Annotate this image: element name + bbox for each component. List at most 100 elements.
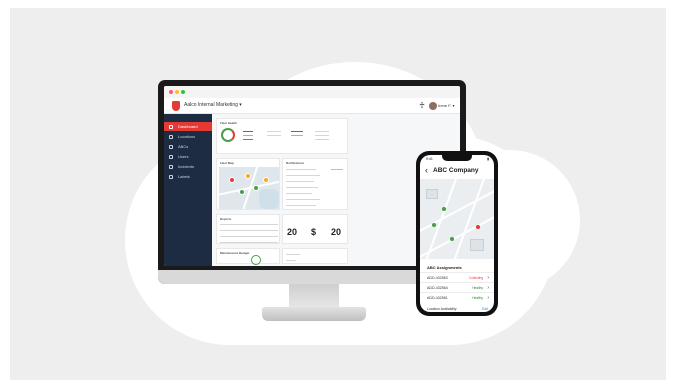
map-pin-icon[interactable] xyxy=(263,177,269,183)
sidebar: Dashboard Locations ABCs Users Incidents… xyxy=(164,114,212,266)
sidebar-item-label: Incidents xyxy=(178,164,195,169)
fleet-map-card: Fleet Map xyxy=(216,158,280,210)
stat-line xyxy=(243,139,253,140)
edit-link[interactable]: Edit xyxy=(482,307,488,311)
stat-line xyxy=(291,135,303,136)
notification-line xyxy=(286,187,318,188)
stat-line xyxy=(243,131,253,132)
notification-line xyxy=(286,169,316,170)
battery-icon: ▮ xyxy=(487,157,489,161)
phone-header: ‹ ABC Company xyxy=(420,163,494,179)
app-logo-icon xyxy=(172,101,180,111)
reports-card: Reports xyxy=(216,214,280,244)
map-pin-icon[interactable] xyxy=(432,223,436,227)
status-badge: Healthy xyxy=(472,296,483,300)
sidebar-item-label: Labels xyxy=(178,174,190,179)
table-row xyxy=(220,224,278,225)
summary-line xyxy=(286,254,300,255)
footer-label: Location Availability xyxy=(427,307,457,311)
card-title: Fleet Health xyxy=(220,121,238,125)
sidebar-item-label: Locations xyxy=(178,134,196,139)
chevron-right-icon: › xyxy=(487,275,489,281)
status-time: 9:41 xyxy=(426,157,433,161)
stat-line xyxy=(315,131,329,132)
notifications-card: Notifications xyxy=(282,158,348,210)
stat-value: 20 xyxy=(287,227,298,237)
notification-link[interactable] xyxy=(331,169,343,170)
minimize-dot-icon[interactable] xyxy=(175,90,179,94)
user-menu[interactable]: Irene F. ▾ xyxy=(438,103,454,108)
stat-value: 20 xyxy=(331,227,342,237)
bell-icon[interactable]: ♰ xyxy=(419,101,425,110)
stage: Aalco Internal Marketing ▾ ♰ Irene F. ▾ … xyxy=(0,0,676,389)
sidebar-item-label: Users xyxy=(178,154,189,159)
sidebar-item-labels[interactable]: Labels xyxy=(164,172,212,181)
notification-line xyxy=(286,193,312,194)
stat-line xyxy=(315,139,329,140)
summary-card xyxy=(282,248,348,264)
sidebar-item-incidents[interactable]: Incidents xyxy=(164,162,212,171)
location-icon xyxy=(169,135,173,139)
map-building xyxy=(426,189,438,199)
stat-value: $ xyxy=(311,227,317,237)
sidebar-item-users[interactable]: Users xyxy=(164,152,212,161)
phone-notch xyxy=(442,155,472,161)
list-item[interactable]: ADD-432561 Healthy › xyxy=(420,292,494,302)
maintenance-card: Maintenance Budget xyxy=(216,248,280,265)
phone-map[interactable] xyxy=(420,179,494,259)
notification-line xyxy=(286,181,314,182)
map-pin-icon[interactable] xyxy=(245,173,251,179)
map-pin-icon[interactable] xyxy=(450,237,454,241)
status-badge: Healthy xyxy=(472,286,483,290)
card-title: Fleet Map xyxy=(220,161,234,165)
mobile-phone: 9:41 ▮ ‹ ABC Company ABC Assignments ADD… xyxy=(416,151,498,316)
stat-line xyxy=(291,131,303,132)
stat-line xyxy=(267,135,281,136)
stat-line xyxy=(243,135,253,136)
app-switcher[interactable]: Aalco Internal Marketing ▾ xyxy=(184,102,242,108)
assignment-id: ADD-432561 xyxy=(427,296,448,300)
map-area[interactable] xyxy=(219,167,279,209)
close-dot-icon[interactable] xyxy=(169,90,173,94)
sidebar-item-label: Dashboard xyxy=(178,124,198,129)
page-title: ABC Company xyxy=(433,167,479,174)
monitor-foot xyxy=(262,307,366,321)
map-pin-icon[interactable] xyxy=(239,189,245,195)
avatar[interactable] xyxy=(429,102,437,110)
sidebar-item-abcs[interactable]: ABCs xyxy=(164,142,212,151)
map-water xyxy=(259,189,279,209)
map-pin-icon[interactable] xyxy=(253,185,259,191)
map-pin-icon[interactable] xyxy=(229,177,235,183)
maximize-dot-icon[interactable] xyxy=(181,90,185,94)
phone-screen: 9:41 ▮ ‹ ABC Company ABC Assignments ADD… xyxy=(420,155,494,312)
pin-icon xyxy=(169,145,173,149)
card-title: Notifications xyxy=(286,161,305,165)
back-chevron-icon[interactable]: ‹ xyxy=(425,165,428,175)
section-title: ABC Assignments xyxy=(427,265,462,270)
map-pin-icon[interactable] xyxy=(476,225,480,229)
card-title: Reports xyxy=(220,217,232,221)
stat-line xyxy=(315,135,329,136)
window-titlebar xyxy=(164,86,460,98)
budget-donut xyxy=(251,255,261,265)
sidebar-item-locations[interactable]: Locations xyxy=(164,132,212,141)
assignment-id: ADD-432564 xyxy=(427,286,448,290)
monitor-neck xyxy=(289,284,339,308)
summary-line xyxy=(286,260,296,261)
sidebar-item-label: ABCs xyxy=(178,144,189,149)
chevron-right-icon: › xyxy=(487,285,489,291)
fleet-health-card: Fleet Health xyxy=(216,118,348,154)
list-item[interactable]: ADD-432564 Healthy › xyxy=(420,282,494,292)
sidebar-item-dashboard[interactable]: Dashboard xyxy=(164,122,212,131)
list-item[interactable]: ADD-432563 Collecting › xyxy=(420,272,494,282)
table-row xyxy=(220,236,278,237)
stats-card: 20 $ 20 xyxy=(282,214,348,244)
map-pin-icon[interactable] xyxy=(442,207,446,211)
chevron-right-icon: › xyxy=(487,295,489,301)
notification-line xyxy=(286,175,320,176)
stat-line xyxy=(267,131,281,132)
map-building xyxy=(470,239,484,251)
assignment-id: ADD-432563 xyxy=(427,276,448,280)
dashboard-icon xyxy=(169,125,173,129)
app-header: Aalco Internal Marketing ▾ ♰ Irene F. ▾ xyxy=(164,98,460,114)
